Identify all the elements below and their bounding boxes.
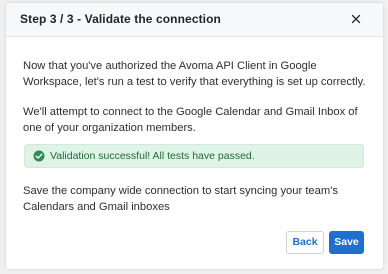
check-circle-icon [33,150,45,162]
modal-title: Step 3 / 3 - Validate the connection [20,12,221,26]
save-button[interactable]: Save [329,231,364,254]
save-instruction-paragraph: Save the company wide connection to star… [23,185,338,213]
validate-connection-modal: Step 3 / 3 - Validate the connection Now… [6,3,383,269]
validation-success-alert: Validation successful! All tests have pa… [24,144,364,168]
close-button[interactable] [348,11,364,27]
back-button[interactable]: Back [286,231,324,254]
modal-header: Step 3 / 3 - Validate the connection [6,3,383,37]
test-description-paragraph: We'll attempt to connect to the Google C… [23,106,358,134]
alert-message: Validation successful! All tests have pa… [50,150,255,162]
intro-paragraph: Now that you've authorized the Avoma API… [23,60,366,88]
close-icon[interactable] [348,11,364,27]
